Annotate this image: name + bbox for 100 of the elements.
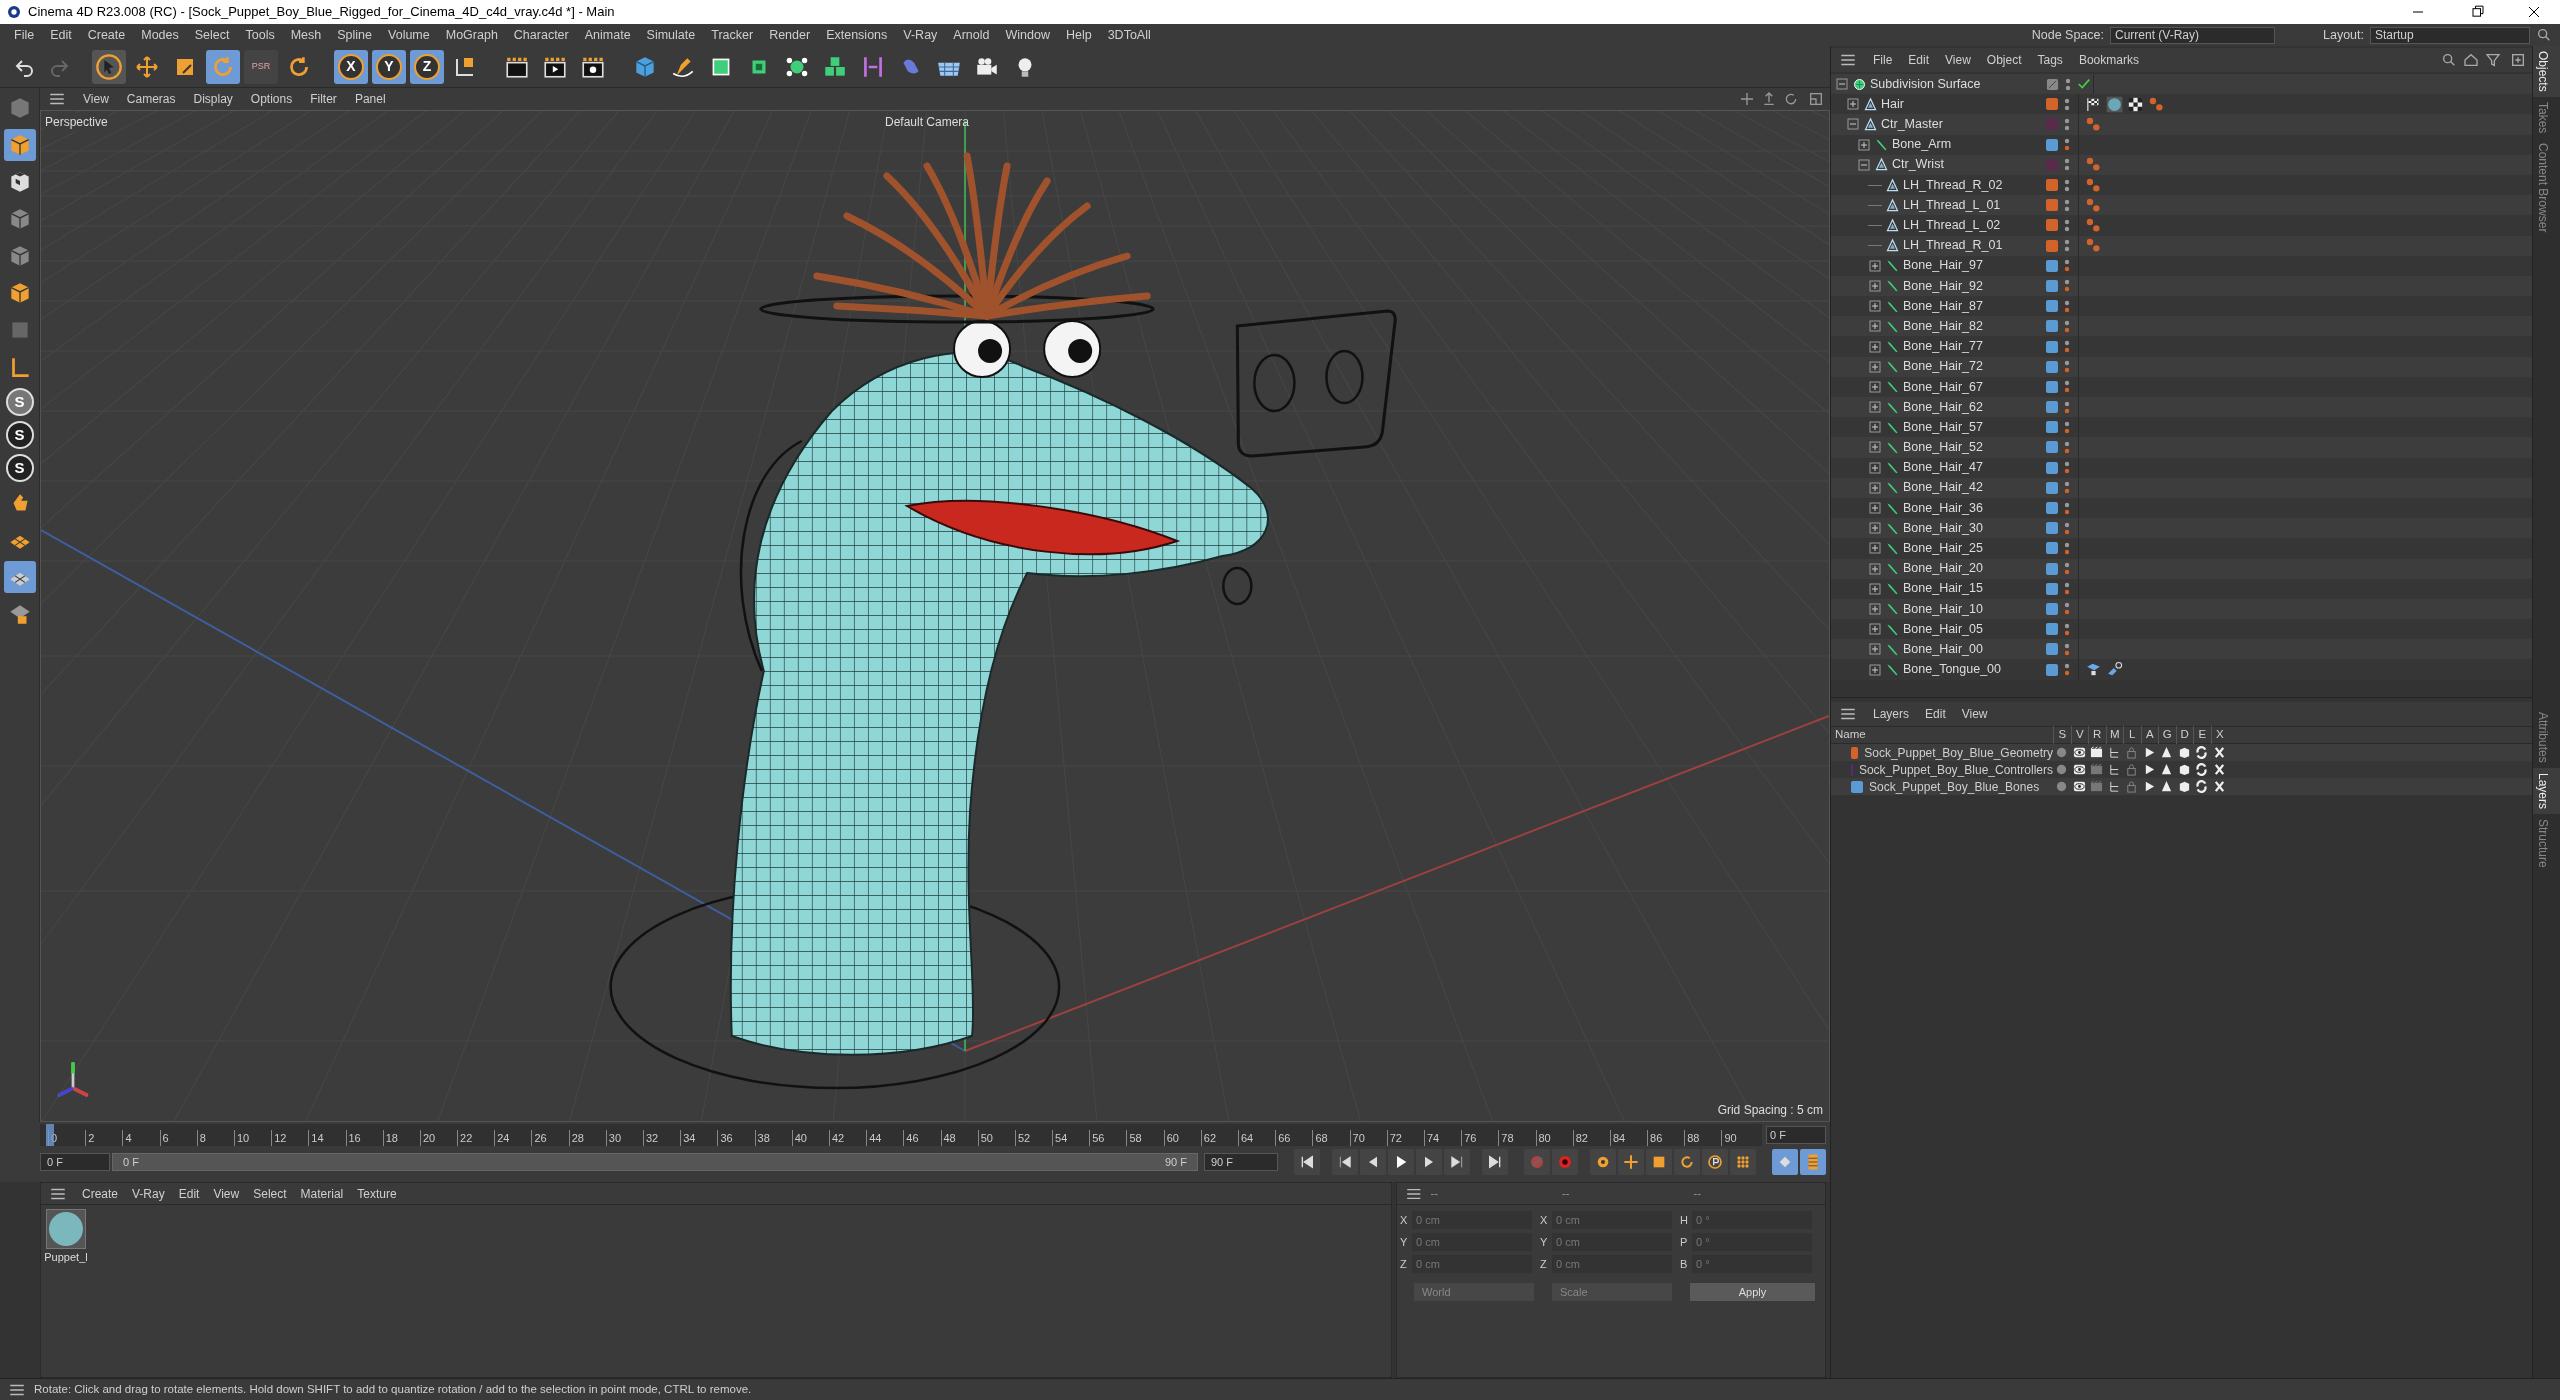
- layout-dropdown[interactable]: Startup: [2370, 26, 2530, 44]
- menu-item[interactable]: Modes: [133, 25, 187, 45]
- expand-toggle-icon[interactable]: [1868, 480, 1882, 495]
- new-window-icon[interactable]: [2510, 52, 2526, 68]
- menu-item[interactable]: Create: [79, 25, 134, 45]
- visibility-dots-icon[interactable]: [2063, 440, 2071, 454]
- expand-toggle-icon[interactable]: [1868, 561, 1882, 576]
- visibility-dots-icon[interactable]: [2063, 622, 2071, 636]
- layer-swatch[interactable]: [2046, 300, 2058, 313]
- layer-swatch[interactable]: [2046, 481, 2058, 494]
- python-icon[interactable]: [2195, 763, 2209, 776]
- side-tab[interactable]: Attributes: [2533, 707, 2560, 769]
- layer-swatch[interactable]: [2046, 643, 2058, 656]
- layers-menu-item[interactable]: Layers: [1865, 705, 1918, 723]
- python-icon[interactable]: [2195, 780, 2209, 793]
- expand-toggle-icon[interactable]: [1868, 339, 1882, 354]
- expand-toggle-icon[interactable]: [1846, 117, 1860, 132]
- layer-swatch[interactable]: [2046, 219, 2058, 232]
- expand-toggle-icon[interactable]: [1868, 420, 1882, 435]
- film-strip-icon[interactable]: [1800, 1149, 1826, 1175]
- scale-icon[interactable]: [1646, 1149, 1672, 1175]
- axis-lock-button[interactable]: Z: [410, 49, 444, 84]
- parameter-icon[interactable]: [1702, 1149, 1728, 1175]
- object-row[interactable]: Ctr_Master: [1831, 114, 2532, 135]
- layer-swatch[interactable]: [1851, 780, 1863, 793]
- visibility-dots-icon[interactable]: [2063, 481, 2071, 495]
- layer-swatch[interactable]: [2046, 158, 2058, 171]
- object-row[interactable]: Bone_Hair_52: [1831, 437, 2532, 458]
- material-menu-item[interactable]: View: [206, 1184, 247, 1203]
- start-frame-field[interactable]: 0 F: [40, 1153, 110, 1171]
- generator-icon[interactable]: [2160, 763, 2174, 776]
- material-menu-item[interactable]: Create: [75, 1184, 126, 1203]
- material-menu-item[interactable]: Edit: [171, 1184, 207, 1203]
- clapperboard-icon[interactable]: [2090, 746, 2104, 759]
- layer-swatch[interactable]: [2046, 602, 2058, 615]
- snap-button[interactable]: S: [5, 421, 34, 449]
- visibility-dots-icon[interactable]: [2063, 198, 2071, 212]
- search-icon[interactable]: [2441, 52, 2457, 68]
- menu-item[interactable]: Tools: [237, 25, 283, 45]
- expand-toggle-icon[interactable]: [1868, 521, 1882, 536]
- expand-toggle-icon[interactable]: [1868, 299, 1882, 314]
- layer-swatch[interactable]: [2046, 98, 2058, 111]
- hierarchy-icon[interactable]: [2107, 780, 2121, 793]
- visibility-dots-icon[interactable]: [2063, 420, 2071, 434]
- record-icon[interactable]: [1552, 1149, 1578, 1175]
- layers-menu-item[interactable]: Edit: [1917, 705, 1954, 723]
- expand-toggle-icon[interactable]: [1857, 137, 1871, 152]
- current-frame-field[interactable]: 0 F: [1766, 1126, 1826, 1144]
- expand-toggle-icon[interactable]: [1868, 258, 1882, 273]
- menu-item[interactable]: Spline: [329, 25, 381, 45]
- cursor-icon[interactable]: [92, 49, 126, 84]
- layer-swatch[interactable]: [1851, 746, 1859, 759]
- go-to-start-icon[interactable]: [1294, 1149, 1320, 1175]
- object-row[interactable]: LH_Thread_R_01: [1831, 235, 2532, 256]
- search-icon[interactable]: [2536, 27, 2552, 43]
- snap-button[interactable]: S: [5, 388, 34, 416]
- apply-button[interactable]: Apply: [1690, 1283, 1815, 1301]
- menu-item[interactable]: Help: [1057, 25, 1100, 45]
- layer-swatch[interactable]: [2046, 582, 2058, 595]
- visibility-dots-icon[interactable]: [2063, 138, 2071, 152]
- layer-swatch[interactable]: [2046, 461, 2058, 474]
- object-row[interactable]: Bone_Hair_92: [1831, 275, 2532, 297]
- visibility-dots-icon[interactable]: [2063, 259, 2071, 273]
- visibility-dots-icon[interactable]: [2063, 541, 2071, 555]
- visibility-dots-icon[interactable]: [2063, 380, 2071, 394]
- layer-row[interactable]: Sock_Puppet_Boy_Blue_Geometry: [1831, 744, 2532, 761]
- point-level-icon[interactable]: [1730, 1149, 1756, 1175]
- gear-icon[interactable]: [1590, 1149, 1616, 1175]
- material-menu-item[interactable]: Material: [293, 1184, 351, 1203]
- object-row[interactable]: Subdivision Surface: [1831, 74, 2532, 95]
- psr-button[interactable]: PSR: [244, 49, 278, 84]
- expand-toggle-icon[interactable]: [1868, 501, 1882, 516]
- xpresso-icon[interactable]: [2212, 746, 2226, 759]
- expand-toggle-icon[interactable]: [1868, 662, 1882, 677]
- deformer-box-icon[interactable]: [2177, 780, 2191, 793]
- expand-toggle-icon[interactable]: [1835, 77, 1849, 92]
- layer-row[interactable]: Sock_Puppet_Boy_Blue_Bones: [1831, 778, 2532, 795]
- xpresso-icon[interactable]: [2212, 763, 2226, 776]
- object-row[interactable]: LH_Thread_L_01: [1831, 195, 2532, 216]
- menu-item[interactable]: Arnold: [945, 25, 998, 45]
- axis-lock-button[interactable]: X: [334, 49, 368, 84]
- menu-item[interactable]: Animate: [576, 25, 639, 45]
- previous-frame-icon[interactable]: [1360, 1149, 1386, 1175]
- snap-button[interactable]: S: [5, 454, 34, 482]
- side-tab[interactable]: Layers: [2533, 768, 2560, 815]
- object-row[interactable]: Bone_Hair_72: [1831, 356, 2532, 377]
- menu-item[interactable]: Edit: [42, 25, 80, 45]
- menu-item[interactable]: V-Ray: [895, 25, 946, 45]
- layer-swatch[interactable]: [2046, 441, 2058, 454]
- visibility-dots-icon[interactable]: [2063, 218, 2071, 232]
- visibility-dots-icon[interactable]: [2063, 501, 2071, 515]
- menu-item[interactable]: Render: [761, 25, 819, 45]
- visibility-dots-icon[interactable]: [2063, 521, 2071, 535]
- layer-swatch[interactable]: [2046, 542, 2058, 555]
- hierarchy-icon[interactable]: [2107, 746, 2121, 759]
- expand-toggle-icon[interactable]: [1857, 157, 1871, 172]
- menu-item[interactable]: Simulate: [638, 25, 704, 45]
- menu-item[interactable]: File: [6, 25, 43, 45]
- frame-range-slider[interactable]: 0 F 90 F: [113, 1154, 1197, 1170]
- move-icon[interactable]: [1618, 1149, 1644, 1175]
